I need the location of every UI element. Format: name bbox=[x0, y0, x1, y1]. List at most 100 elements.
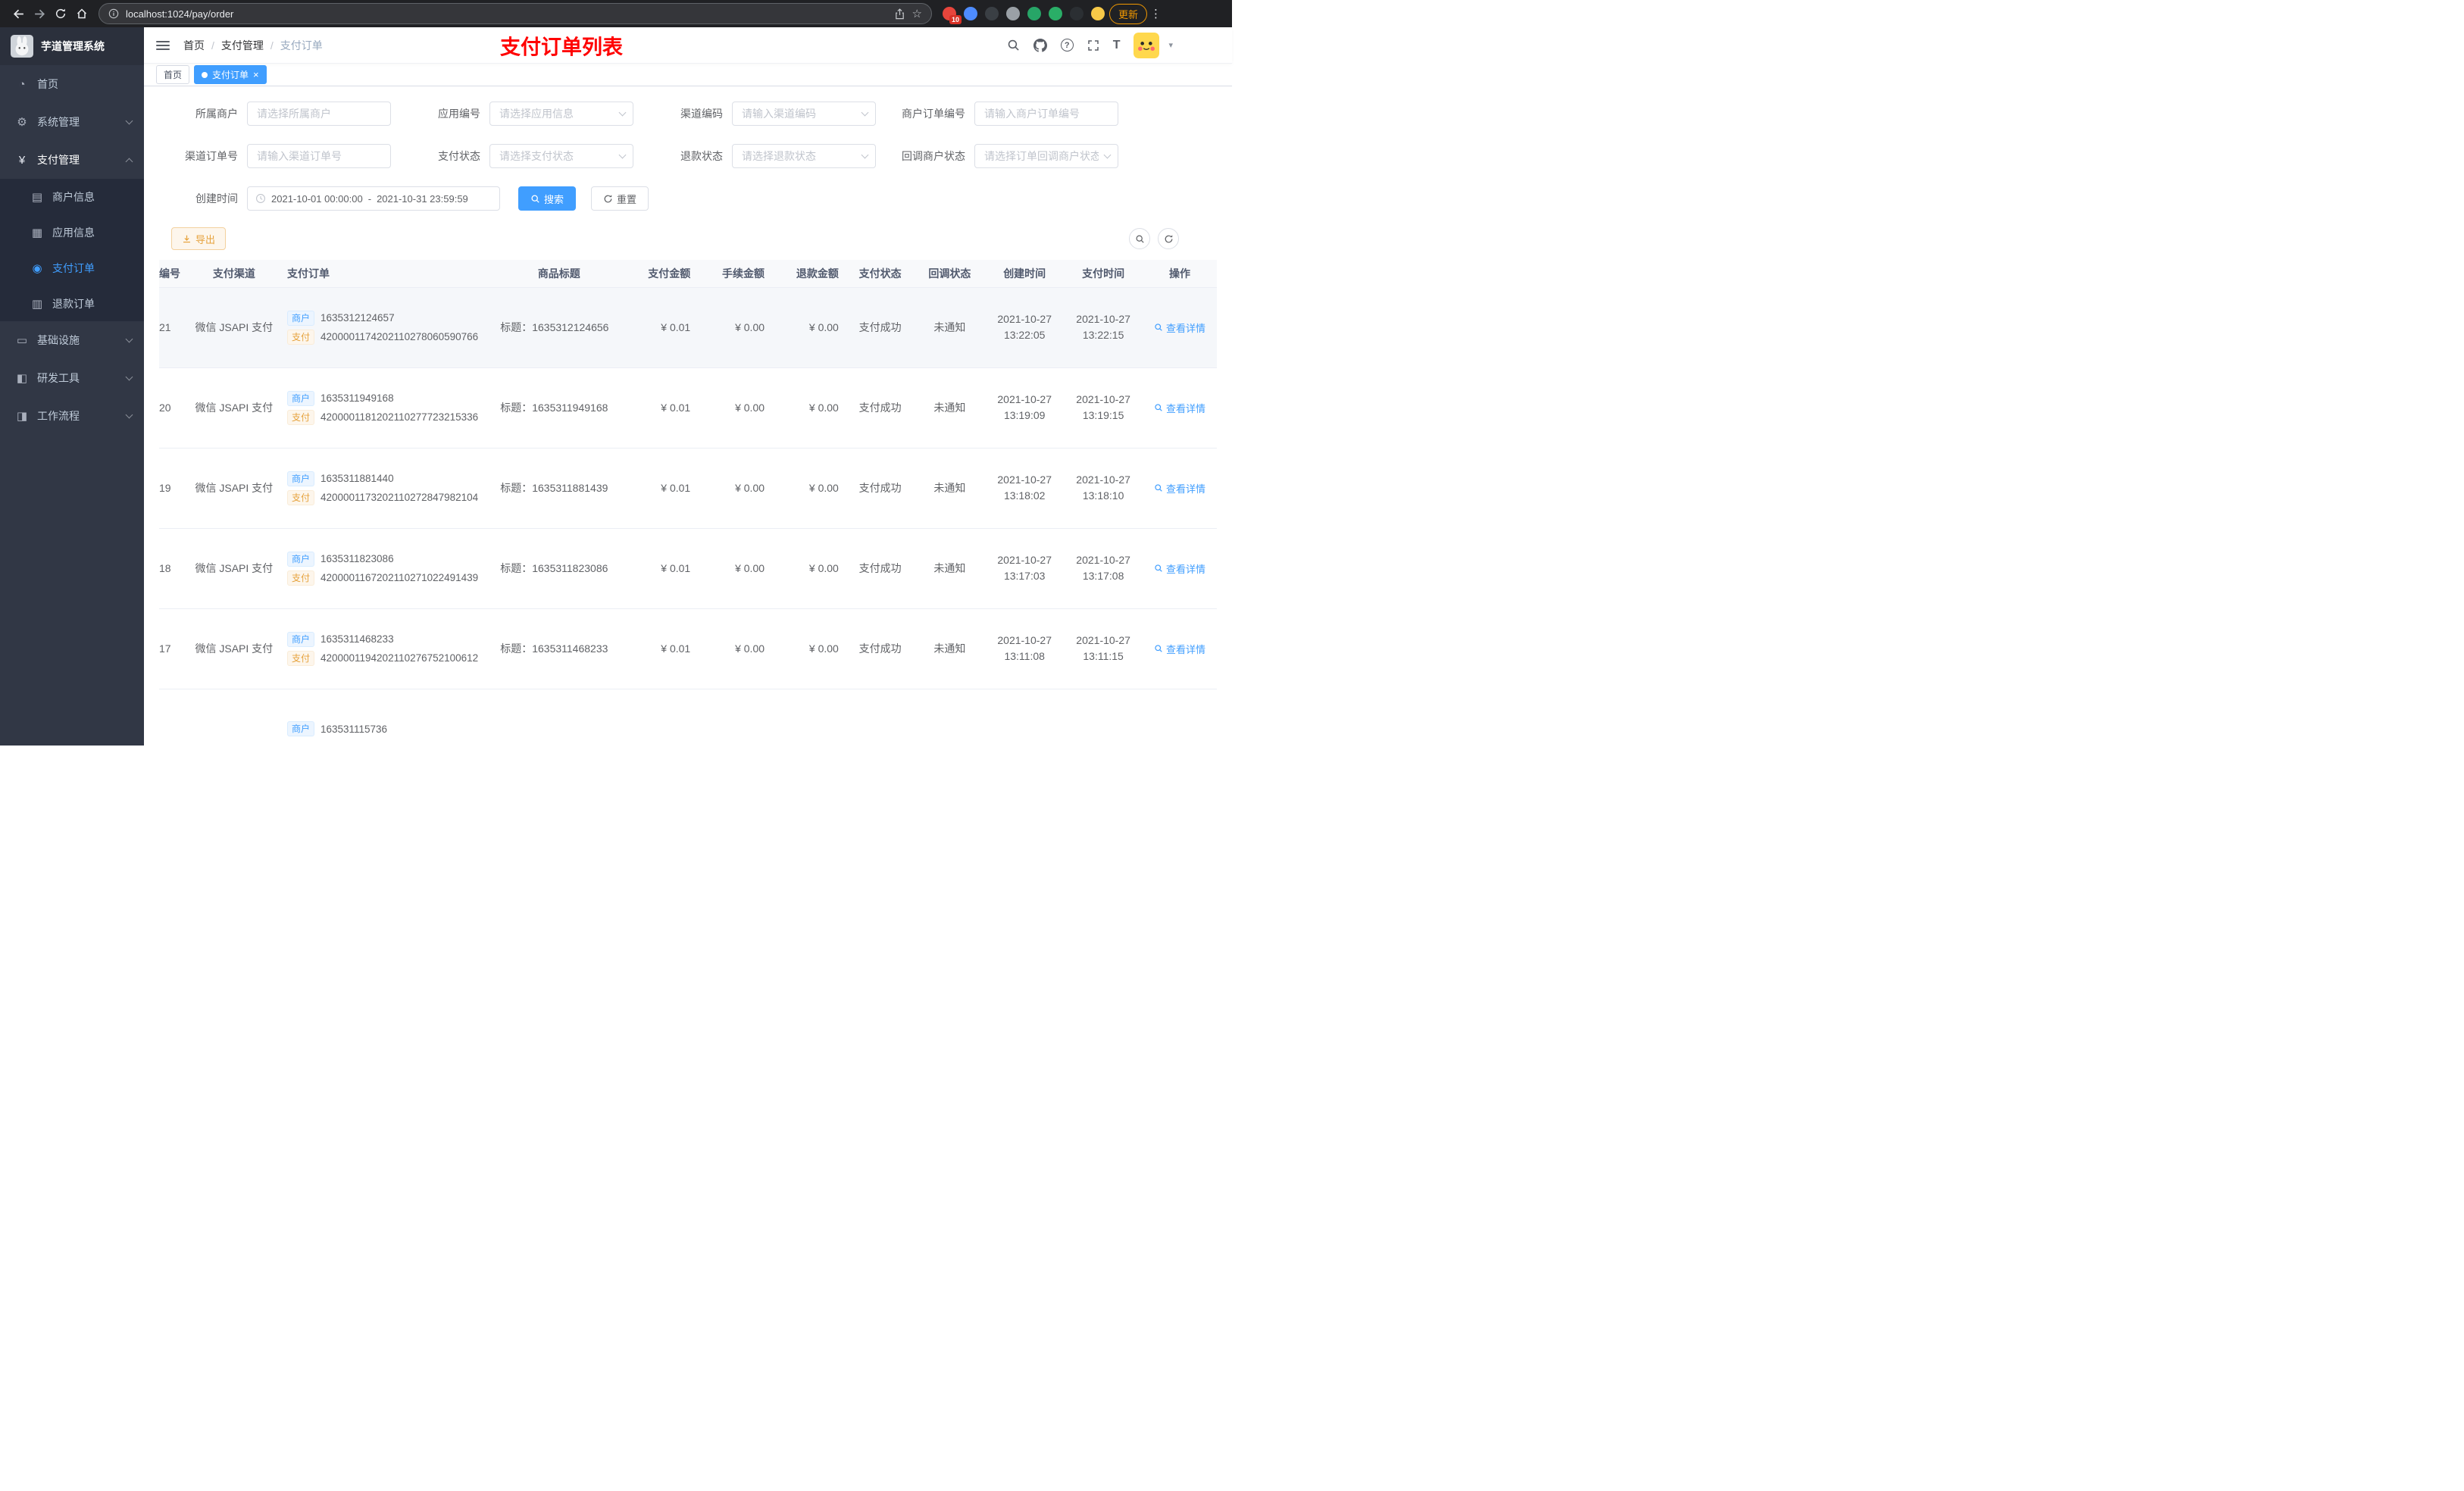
browser-update-button[interactable]: 更新 bbox=[1109, 3, 1148, 24]
site-info-icon[interactable] bbox=[108, 8, 119, 19]
table-row: 21 微信 JSAPI 支付 商户 1635312124657 支付 4200001174… bbox=[159, 287, 1217, 368]
chevron-down-icon[interactable]: ▾ bbox=[1168, 40, 1173, 50]
filter-notify-status-input[interactable] bbox=[983, 149, 1100, 163]
green-chat-extension-icon[interactable] bbox=[1049, 7, 1062, 20]
green-check-extension-icon[interactable] bbox=[1027, 7, 1041, 20]
user-avatar[interactable] bbox=[1134, 32, 1160, 58]
tab-pay-order[interactable]: 支付订单 × bbox=[194, 65, 267, 84]
orders-table: 编号 支付渠道 支付订单 商品标题 支付金额 手续金额 退款金额 支付状态 回调状态 创建时间 支付… bbox=[159, 260, 1217, 746]
view-detail-link[interactable]: 查看详情 bbox=[1154, 561, 1205, 576]
sidebar-subitem-refund-order[interactable]: ▥ 退款订单 bbox=[0, 286, 144, 321]
filter-channel-order-no-input[interactable] bbox=[247, 144, 391, 168]
cell-pay-order: 商户 1635312124657 支付 42000011742021102780605… bbox=[279, 287, 495, 368]
url-text[interactable]: localhost:1024/pay/order bbox=[126, 8, 887, 20]
tab-close-icon[interactable]: × bbox=[253, 70, 259, 80]
cell-pay-status: 支付成功 bbox=[846, 367, 915, 449]
share-icon[interactable] bbox=[894, 8, 905, 20]
browser-forward-icon[interactable] bbox=[29, 3, 50, 24]
date-range-picker[interactable]: 2021-10-01 00:00:00 - 2021-10-31 23:59:5… bbox=[247, 186, 500, 211]
colorful-extension-icon[interactable]: 10 bbox=[943, 7, 962, 24]
sidebar-subitem-app-info[interactable]: ▦ 应用信息 bbox=[0, 214, 144, 250]
cell-product-title bbox=[494, 689, 624, 746]
blue-drop-extension-icon[interactable] bbox=[964, 7, 977, 20]
address-bar[interactable]: localhost:1024/pay/order ☆ bbox=[98, 3, 932, 24]
sidebar-item-infrastructure[interactable]: ▭ 基础设施 bbox=[0, 321, 144, 359]
pay-order-line: 支付 4200001167202110271022491439 bbox=[286, 570, 489, 586]
cell-no: 17 bbox=[159, 608, 189, 689]
github-icon[interactable] bbox=[1033, 38, 1047, 52]
refresh-table-icon[interactable] bbox=[1158, 228, 1179, 249]
cell-refund-amount bbox=[772, 689, 846, 746]
sidebar-item-dev-tools[interactable]: ◧ 研发工具 bbox=[0, 359, 144, 397]
sidebar-subitem-merchant-info[interactable]: ▤ 商户信息 bbox=[0, 179, 144, 214]
cell-refund-amount: ¥ 0.00 bbox=[772, 608, 846, 689]
view-detail-link[interactable]: 查看详情 bbox=[1154, 320, 1205, 335]
search-button[interactable]: 搜索 bbox=[518, 186, 577, 211]
sidebar-item-system-management[interactable]: ⚙ 系统管理 bbox=[0, 103, 144, 141]
pay-order-no: 4200001181202110277723215336 bbox=[320, 411, 479, 423]
filter-merchant-order-no-input[interactable] bbox=[983, 107, 1110, 120]
breadcrumb-separator: / bbox=[270, 39, 274, 52]
tab-active-dot bbox=[202, 71, 208, 78]
bookmark-star-icon[interactable]: ☆ bbox=[912, 7, 922, 20]
reset-button[interactable]: 重置 bbox=[591, 186, 649, 211]
filter-app-no-input[interactable] bbox=[498, 107, 615, 120]
cell-create-time bbox=[985, 689, 1065, 746]
pay-date: 2021-10-27 bbox=[1076, 474, 1130, 486]
filter-pay-status-input[interactable] bbox=[498, 149, 615, 163]
emoji-face-extension-icon[interactable] bbox=[1091, 7, 1105, 20]
date-range-end[interactable]: 2021-10-31 23:59:59 bbox=[377, 193, 468, 205]
table-body: 21 微信 JSAPI 支付 商户 1635312124657 支付 4200001174… bbox=[159, 287, 1217, 746]
date-range-start[interactable]: 2021-10-01 00:00:00 bbox=[271, 193, 363, 205]
view-detail-link[interactable]: 查看详情 bbox=[1154, 481, 1205, 495]
filter-merchant-input[interactable] bbox=[255, 107, 383, 120]
search-icon[interactable] bbox=[1007, 39, 1020, 52]
browser-menu-icon[interactable]: ⋮ bbox=[1147, 7, 1165, 20]
cell-pay-status: 支付成功 bbox=[846, 608, 915, 689]
pay-date: 2021-10-27 bbox=[1076, 554, 1130, 566]
merchant-order-no: 1635312124657 bbox=[320, 312, 395, 324]
filter-merchant-order-no-input[interactable] bbox=[974, 102, 1118, 126]
menu-item-label: 支付订单 bbox=[52, 261, 95, 274]
sidebar-item-home[interactable]: ◔ 首页 bbox=[0, 65, 144, 103]
gray-extension-icon[interactable] bbox=[1006, 7, 1020, 20]
browser-back-icon[interactable] bbox=[8, 3, 29, 24]
menu-item-label: 应用信息 bbox=[52, 226, 95, 239]
filter-field-channel-code: 渠道编码 bbox=[633, 102, 876, 126]
fullscreen-icon[interactable] bbox=[1087, 39, 1099, 52]
toggle-search-icon[interactable] bbox=[1129, 228, 1150, 249]
breadcrumb-item[interactable]: 首页 bbox=[183, 38, 205, 53]
filter-channel-code-input[interactable] bbox=[740, 107, 858, 120]
export-button[interactable]: 导出 bbox=[171, 227, 227, 250]
breadcrumb-item[interactable]: 支付管理 bbox=[221, 38, 264, 53]
filter-notify-status-select[interactable] bbox=[974, 144, 1118, 168]
sidebar: 芋道管理系统 ◔ 首页 ⚙ 系统管理 ¥ 支付管理 ▤ 商户信息 ▦ 应用信息 ◉ 支付订单 ▥ 退款订单… bbox=[0, 27, 144, 746]
help-icon[interactable]: ? bbox=[1060, 39, 1074, 52]
chevron-down-icon bbox=[861, 108, 869, 116]
filter-app-no-select[interactable] bbox=[489, 102, 633, 126]
browser-reload-icon[interactable] bbox=[50, 3, 71, 24]
pay-tag: 支付 bbox=[286, 650, 314, 666]
view-detail-link[interactable]: 查看详情 bbox=[1154, 401, 1205, 415]
filter-refund-status-input[interactable] bbox=[740, 149, 858, 163]
sidebar-subitem-payment-order[interactable]: ◉ 支付订单 bbox=[0, 250, 144, 286]
cell-pay-status: 支付成功 bbox=[846, 448, 915, 529]
font-size-icon[interactable]: T bbox=[1113, 39, 1121, 52]
dark-pin-extension-icon[interactable] bbox=[1070, 7, 1083, 20]
breadcrumb-item: 支付订单 bbox=[280, 39, 323, 52]
browser-home-icon[interactable] bbox=[71, 3, 92, 24]
dark-globe-extension-icon[interactable] bbox=[985, 7, 999, 20]
filter-refund-status-select[interactable] bbox=[732, 144, 876, 168]
filter-channel-order-no-input[interactable] bbox=[255, 149, 383, 163]
cell-notify-status: 未通知 bbox=[914, 528, 986, 609]
app-logo[interactable]: 芋道管理系统 bbox=[0, 27, 144, 65]
view-detail-link[interactable]: 查看详情 bbox=[1154, 642, 1205, 656]
filter-channel-code-select[interactable] bbox=[732, 102, 876, 126]
filter-merchant-input[interactable] bbox=[247, 102, 391, 126]
tab-home[interactable]: 首页 bbox=[156, 65, 190, 84]
merchant-tag: 商户 bbox=[286, 310, 314, 326]
sidebar-item-payment-management[interactable]: ¥ 支付管理 bbox=[0, 141, 144, 179]
sidebar-item-workflow[interactable]: ◨ 工作流程 bbox=[0, 397, 144, 435]
sidebar-collapse-icon[interactable] bbox=[156, 40, 170, 50]
filter-pay-status-select[interactable] bbox=[489, 144, 633, 168]
